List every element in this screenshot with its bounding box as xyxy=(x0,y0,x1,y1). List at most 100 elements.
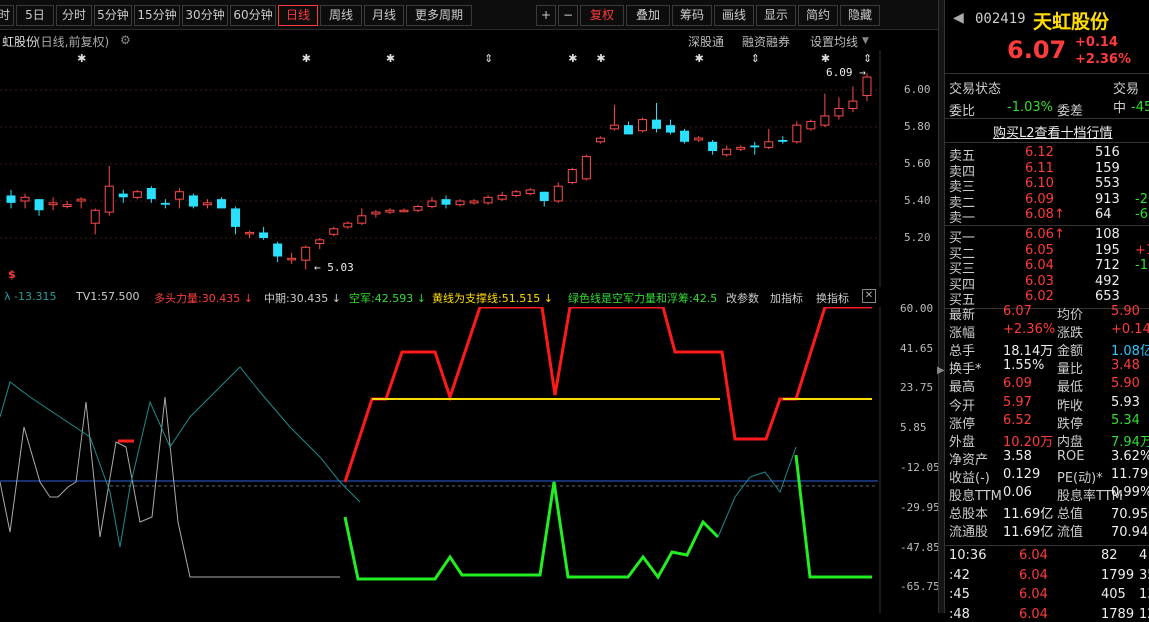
stat-row-cell: 1.08亿 xyxy=(1111,344,1149,360)
toolbar-btn-right-7[interactable]: 简约 xyxy=(798,5,838,26)
toolbar-btn-10[interactable]: 更多周期 xyxy=(406,5,472,26)
ask-row-cell: -20 xyxy=(1135,191,1149,207)
indicator-legend-item[interactable]: 加指标 xyxy=(770,290,803,306)
candle-body xyxy=(497,194,507,200)
candle-body xyxy=(750,145,760,148)
lambda-line xyxy=(0,366,361,548)
back-icon[interactable]: ◀ xyxy=(953,10,964,26)
indicator-legend-item[interactable]: 改参数 xyxy=(726,290,759,306)
toolbar-btn-right-0[interactable]: + xyxy=(536,5,556,26)
tick-row-cell: 82 xyxy=(1101,548,1118,563)
tick-row-cell: :48 xyxy=(949,606,970,622)
tick-row-cell: 6.04 xyxy=(1019,567,1048,583)
tick-row-cell: 1799 xyxy=(1101,567,1135,583)
link-margin[interactable]: 融资融券 xyxy=(742,33,790,50)
stock-name-label: 虹股份 xyxy=(2,35,39,49)
candle-body xyxy=(174,191,184,200)
bid-row-cell: 6.05 xyxy=(1025,242,1054,258)
stat-row-cell: 内盘 xyxy=(1057,434,1084,450)
candle-body xyxy=(413,206,423,211)
bid-row-cell: 6.06↑ xyxy=(1025,227,1065,242)
toolbar-btn-6[interactable]: 60分钟 xyxy=(230,5,276,26)
toolbar-btn-8[interactable]: 周线 xyxy=(320,5,362,26)
indicator-legend-item[interactable]: 换指标 xyxy=(816,290,849,306)
stat-row-cell: 涨跌 xyxy=(1057,326,1084,342)
bid-row-cell: 6.04 xyxy=(1025,258,1054,274)
stat-row-cell: 总股本 xyxy=(949,507,989,523)
stat-row-cell: 均价 xyxy=(1057,308,1084,323)
indicator-legend: λ -13.315 TV1:57.500 多头力量:30.435 ↓ 中期:30.43… xyxy=(0,287,880,307)
indicator-legend-item: 空军:42.593 ↓ xyxy=(349,292,426,305)
toolbar-btn-right-8[interactable]: 隐藏 xyxy=(840,5,880,26)
tick-row-cell: 405 xyxy=(1101,587,1126,602)
last-price: 6.07 xyxy=(1007,36,1067,64)
event-marker: ⇕ xyxy=(751,52,760,65)
event-marker: ✱ xyxy=(568,52,577,65)
stat-row-cell: 跌停 xyxy=(1057,416,1084,432)
tick-row-cell: 6.04 xyxy=(1019,548,1048,563)
toolbar-btn-right-1[interactable]: − xyxy=(558,5,578,26)
stat-row-cell: 0.06 xyxy=(1003,485,1032,500)
tick-row-cell: 4 xyxy=(1139,548,1148,563)
stat-row-cell: 6.07 xyxy=(1003,304,1032,319)
toolbar-btn-5[interactable]: 30分钟 xyxy=(182,5,228,26)
toolbar-btn-right-6[interactable]: 显示 xyxy=(756,5,796,26)
toolbar-btn-9[interactable]: 月线 xyxy=(364,5,404,26)
toolbar-btn-right-2[interactable]: 复权 xyxy=(580,5,624,26)
candle-body xyxy=(329,228,339,235)
candle-body xyxy=(567,169,577,184)
toolbar-btn-4[interactable]: 15分钟 xyxy=(134,5,180,26)
stat-row-cell: 最低 xyxy=(1057,380,1084,396)
l2-upgrade-link[interactable]: 购买L2查看十档行情 xyxy=(993,122,1113,141)
stat-row-cell: ROE xyxy=(1057,448,1085,464)
tick-row-cell: 6.04 xyxy=(1019,606,1048,622)
candle-body xyxy=(287,257,297,261)
stat-row-cell: 最新 xyxy=(949,308,976,323)
stat-row-cell: 11.69亿 xyxy=(1003,525,1054,541)
stat-row-cell: +2.36% xyxy=(1003,322,1056,338)
indicator-legend-item: 中期:30.435 ↓ xyxy=(264,292,341,305)
candle-body xyxy=(104,185,114,213)
bid-row-cell: 6.03 xyxy=(1025,273,1054,289)
ask-row-cell: 6.10 xyxy=(1025,176,1054,192)
toolbar-btn-right-3[interactable]: 叠加 xyxy=(626,5,670,26)
toolbar-btn-7[interactable]: 日线 xyxy=(278,5,318,26)
bid-row-cell: 653 xyxy=(1095,289,1120,305)
close-icon[interactable]: ✕ xyxy=(862,289,876,303)
stat-row-cell: 5.93 xyxy=(1111,394,1140,410)
link-ma-settings[interactable]: 设置均线 xyxy=(810,33,858,50)
gear-icon[interactable]: ⚙ xyxy=(120,33,131,47)
tick-row-cell: :42 xyxy=(949,567,970,583)
link-hk-connect[interactable]: 深股通 xyxy=(688,33,724,50)
ticks-divider xyxy=(945,545,1149,547)
ask-row-cell: 553 xyxy=(1095,176,1120,192)
bid-row-cell: 712 xyxy=(1095,258,1120,274)
candle-body xyxy=(652,119,661,129)
ask-row-cell: 159 xyxy=(1095,160,1120,176)
price-tick: 5.60 xyxy=(904,157,931,170)
toolbar-btn-2[interactable]: 分时 xyxy=(56,5,92,26)
toolbar-btn-0[interactable]: 时 xyxy=(0,5,14,26)
candle-body xyxy=(399,209,409,213)
candle-body xyxy=(34,199,44,211)
candle-body xyxy=(469,200,479,204)
candle-body xyxy=(146,188,156,200)
stat-row-cell: 总值 xyxy=(1057,507,1084,523)
candle-body xyxy=(231,208,241,227)
candle-body xyxy=(483,196,493,204)
tick-row-cell: 1789 xyxy=(1101,606,1135,622)
ask-row-cell: 卖一 xyxy=(949,211,976,227)
candle-body xyxy=(371,211,381,215)
toolbar-btn-3[interactable]: 5分钟 xyxy=(94,5,132,26)
candle-body xyxy=(666,125,676,133)
toolbar-btn-1[interactable]: 5日 xyxy=(16,5,54,26)
candle-body xyxy=(76,198,86,202)
candle-body xyxy=(778,139,788,142)
chevron-down-icon[interactable]: ▼ xyxy=(862,36,869,46)
stat-row-cell: 总手 xyxy=(949,344,976,360)
candle-body xyxy=(792,124,802,143)
toolbar-btn-right-5[interactable]: 画线 xyxy=(714,5,754,26)
candle-body xyxy=(62,204,72,208)
stat-row-cell: 涨停 xyxy=(949,416,976,432)
toolbar-btn-right-4[interactable]: 筹码 xyxy=(672,5,712,26)
